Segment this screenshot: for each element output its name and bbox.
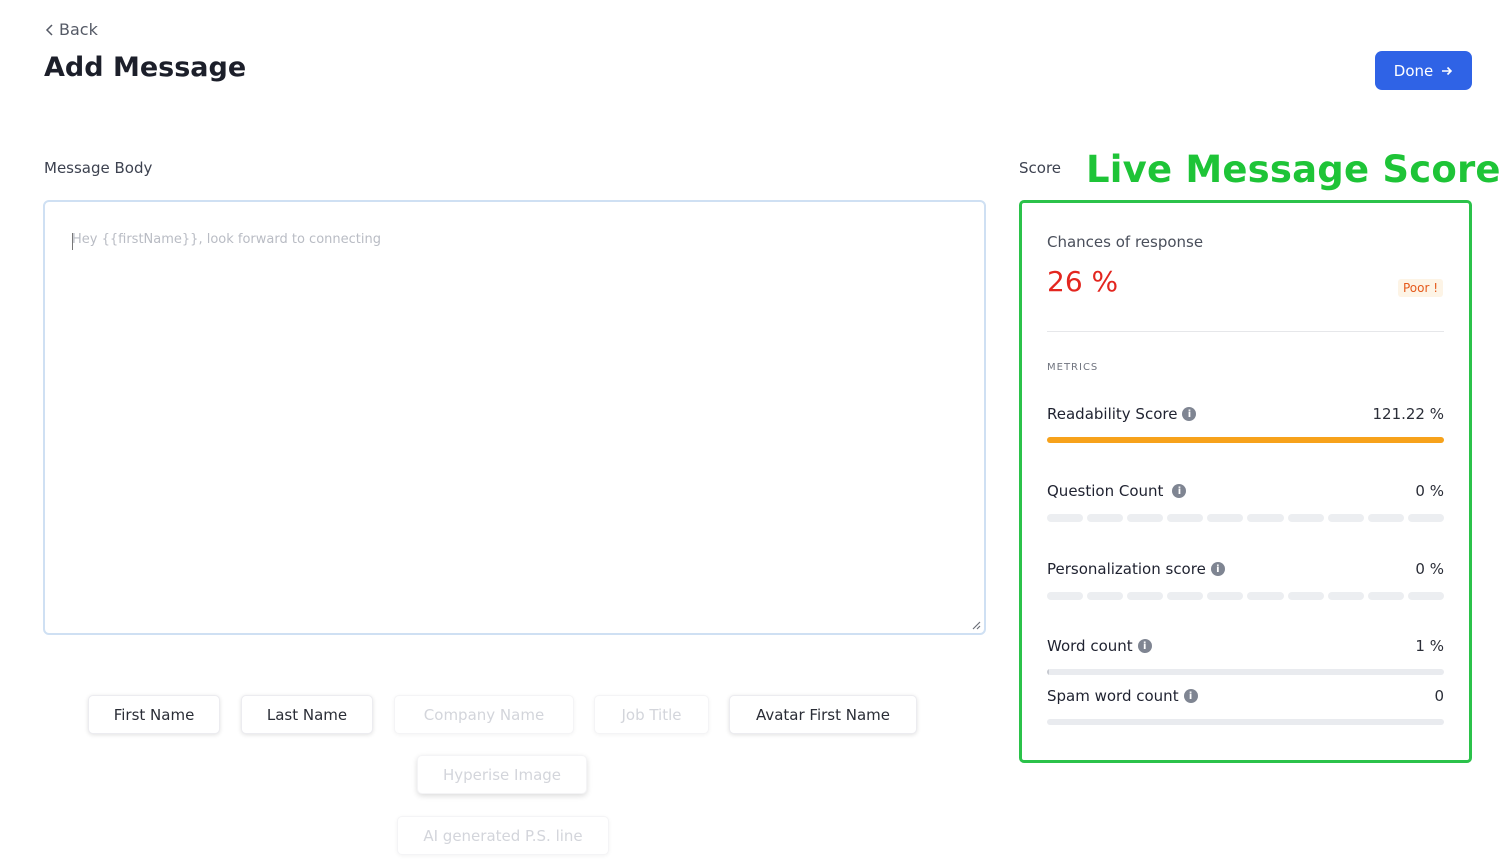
metric-value: 0 %	[1415, 482, 1444, 500]
back-label: Back	[59, 20, 98, 39]
back-link[interactable]: Back	[45, 20, 98, 39]
chances-percent: 26 %	[1047, 265, 1119, 298]
variable-chip-ai-ps-line[interactable]: AI generated P.S. line	[397, 816, 609, 855]
live-score-banner: Live Message Score	[1086, 148, 1501, 191]
info-icon[interactable]: i	[1210, 562, 1225, 576]
editor-placeholder: Hey {{firstName}}, look forward to conne…	[72, 232, 381, 247]
metric-value: 0	[1434, 687, 1444, 705]
chances-label: Chances of response	[1047, 233, 1204, 251]
message-body-editor[interactable]: Hey {{firstName}}, look forward to conne…	[43, 200, 986, 635]
done-label: Done	[1393, 61, 1434, 80]
info-icon[interactable]: i	[1183, 689, 1198, 703]
metric-word-count: Word count i 1 %	[1047, 636, 1444, 675]
metric-value: 0 %	[1415, 560, 1444, 578]
message-body-label: Message Body	[44, 159, 153, 177]
score-label: Score	[1019, 159, 1062, 177]
info-icon[interactable]: i	[1172, 484, 1187, 498]
rating-badge: Poor !	[1398, 279, 1444, 297]
chip-label: AI generated P.S. line	[423, 826, 583, 845]
word-count-bar-fill	[1047, 669, 1049, 675]
metric-personalization: Personalization score i 0 %	[1047, 559, 1444, 600]
done-button[interactable]: Done	[1375, 51, 1472, 90]
variable-chip-hyperise-image[interactable]: Hyperise Image	[417, 755, 587, 794]
spam-word-count-bar	[1047, 719, 1444, 725]
card-divider	[1047, 331, 1444, 332]
variable-chip-avatar-first-name[interactable]: Avatar First Name	[729, 695, 917, 734]
metric-name: Personalization score	[1047, 560, 1206, 578]
metric-name: Readability Score	[1047, 405, 1178, 423]
metric-value: 121.22 %	[1372, 405, 1444, 423]
metric-name: Word count	[1047, 637, 1133, 655]
metric-name: Question Count	[1047, 482, 1164, 500]
arrow-right-icon	[1442, 66, 1453, 75]
readability-bar-fill	[1047, 437, 1444, 443]
score-card: Chances of response 26 % Poor ! METRICS …	[1019, 200, 1472, 763]
chip-label: Hyperise Image	[442, 765, 562, 784]
chip-label: Job Title	[621, 705, 682, 724]
chip-label: Company Name	[423, 705, 545, 724]
metric-name: Spam word count	[1047, 687, 1179, 705]
resize-handle-icon[interactable]	[971, 620, 981, 630]
metric-question-count: Question Count i 0 %	[1047, 481, 1444, 522]
readability-bar	[1047, 437, 1444, 443]
word-count-bar	[1047, 669, 1444, 675]
variable-chip-first-name[interactable]: First Name	[88, 695, 220, 734]
chip-label: Last Name	[266, 705, 348, 724]
variable-chip-last-name[interactable]: Last Name	[241, 695, 373, 734]
metric-readability: Readability Score i 121.22 %	[1047, 404, 1444, 443]
info-icon[interactable]: i	[1137, 639, 1152, 653]
metrics-title: METRICS	[1047, 362, 1099, 373]
metric-spam-word-count: Spam word count i 0	[1047, 686, 1444, 725]
chevron-left-icon	[45, 23, 53, 36]
question-count-segment-bar	[1047, 514, 1444, 522]
variable-chip-job-title[interactable]: Job Title	[594, 695, 709, 734]
page-title: Add Message	[44, 52, 247, 83]
chip-label: First Name	[113, 705, 195, 724]
metric-value: 1 %	[1415, 637, 1444, 655]
personalization-segment-bar	[1047, 592, 1444, 600]
chip-label: Avatar First Name	[755, 705, 891, 724]
variable-chip-company-name[interactable]: Company Name	[394, 695, 574, 734]
info-icon[interactable]: i	[1182, 407, 1197, 421]
